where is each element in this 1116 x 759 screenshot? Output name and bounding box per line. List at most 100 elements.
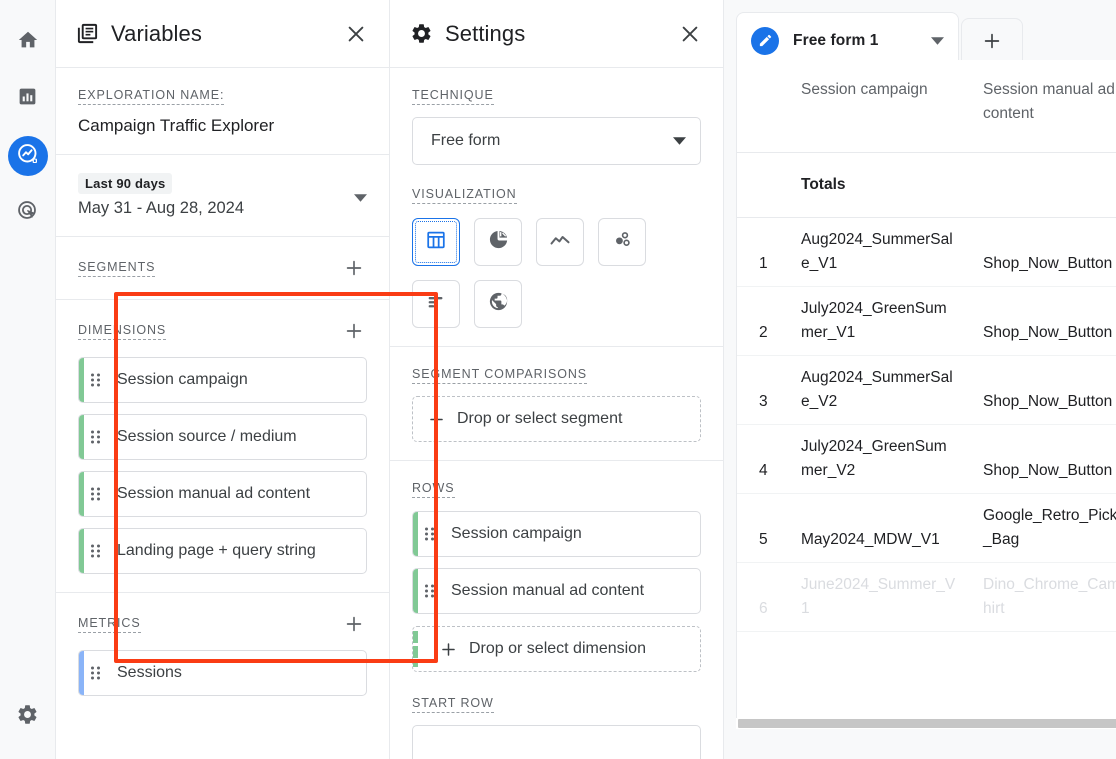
viz-option-donut-chart[interactable] xyxy=(474,218,522,266)
primary-nav-rail xyxy=(0,0,56,759)
dimension-label: Session manual ad content xyxy=(105,483,310,505)
drag-handle-icon[interactable] xyxy=(91,431,100,444)
table-row[interactable]: 2 July2024_GreenSummer_V1 Shop_Now_Butto… xyxy=(737,287,1116,356)
ga4-explore-screen: Variables EXPLORATION NAME: Campaign Tra… xyxy=(0,0,1116,759)
dimensions-label: DIMENSIONS xyxy=(78,323,166,340)
visualization-options xyxy=(412,218,682,328)
table-header-row: Session campaign Session manual ad conte… xyxy=(737,60,1116,153)
drag-handle-icon[interactable] xyxy=(91,374,100,387)
row-index: 1 xyxy=(737,218,789,287)
viz-option-free-form-table[interactable] xyxy=(412,218,460,266)
drop-segment-zone[interactable]: Drop or select segment xyxy=(412,396,701,442)
segments-label: SEGMENTS xyxy=(78,260,155,277)
dimension-label: Landing page + query string xyxy=(105,540,316,562)
technique-label: TECHNIQUE xyxy=(412,88,494,105)
technique-value: Free form xyxy=(431,132,673,150)
drag-handle-icon[interactable] xyxy=(425,585,434,598)
table-row[interactable]: 6 June2024_Summer_V1 Dino_Chrome_Camp_Sh… xyxy=(737,563,1116,632)
add-metric-button[interactable] xyxy=(341,611,367,637)
table-row[interactable]: 3 Aug2024_SummerSale_V2 Shop_Now_Button xyxy=(737,356,1116,425)
metric-chip[interactable]: Sessions xyxy=(78,650,367,696)
start-row-section: START ROW xyxy=(390,690,723,759)
explore-icon xyxy=(16,142,40,171)
scatter-plot-icon xyxy=(611,228,634,256)
viz-option-geo-map[interactable] xyxy=(474,280,522,328)
start-row-input[interactable] xyxy=(412,725,701,759)
table-row[interactable]: 4 July2024_GreenSummer_V2 Shop_Now_Butto… xyxy=(737,425,1116,494)
donut-chart-icon xyxy=(487,228,510,256)
add-dimension-button[interactable] xyxy=(341,318,367,344)
viz-option-line-chart[interactable] xyxy=(536,218,584,266)
viz-option-bar-chart[interactable] xyxy=(412,280,460,328)
table-icon xyxy=(425,229,447,256)
technique-select[interactable]: Free form xyxy=(412,117,701,165)
drag-handle-icon[interactable] xyxy=(91,545,100,558)
report-tabstrip: Free form 1 xyxy=(724,0,1116,68)
start-row-label: START ROW xyxy=(412,696,494,713)
col-header-session-manual-ad-content[interactable]: Session manual ad content xyxy=(971,60,1116,153)
report-canvas: Free form 1 Session campaign Session xyxy=(724,0,1116,759)
drop-dimension-zone[interactable]: Drop or select dimension xyxy=(412,626,701,672)
metrics-list: Sessions xyxy=(78,650,367,696)
table-row[interactable]: 1 Aug2024_SummerSale_V1 Shop_Now_Button xyxy=(737,218,1116,287)
row-index: 2 xyxy=(737,287,789,356)
row-session-manual-ad-content: Dino_Chrome_Camp_Shirt xyxy=(971,563,1116,632)
dimension-chip[interactable]: Session source / medium xyxy=(78,414,367,460)
row-dimension-chip[interactable]: Session campaign xyxy=(412,511,701,557)
scrollbar-thumb[interactable] xyxy=(738,719,1116,728)
advertising-target-icon xyxy=(16,199,39,227)
plus-icon xyxy=(427,410,446,429)
segment-comparisons-section: SEGMENT COMPARISONS Drop or select segme… xyxy=(390,347,723,461)
metrics-section: METRICS Sessions xyxy=(56,593,389,714)
drag-handle-icon[interactable] xyxy=(91,488,100,501)
row-dimension-chip[interactable]: Session manual ad content xyxy=(412,568,701,614)
row-session-campaign: Aug2024_SummerSale_V1 xyxy=(789,218,971,287)
variables-panel: Variables EXPLORATION NAME: Campaign Tra… xyxy=(56,0,390,759)
close-icon[interactable] xyxy=(345,23,367,45)
panel-title: Variables xyxy=(111,21,345,47)
add-segment-button[interactable] xyxy=(341,255,367,281)
row-dimension-label: Session manual ad content xyxy=(439,580,644,602)
nav-item-explore[interactable] xyxy=(8,136,48,176)
metrics-label: METRICS xyxy=(78,616,141,633)
row-index: 6 xyxy=(737,563,789,632)
row-session-campaign: July2024_GreenSummer_V1 xyxy=(789,287,971,356)
date-range-value: May 31 - Aug 28, 2024 xyxy=(78,199,354,218)
line-chart-icon xyxy=(548,228,572,257)
bar-chart-icon xyxy=(17,86,38,112)
nav-item-reports[interactable] xyxy=(8,79,48,119)
dimension-label: Session source / medium xyxy=(105,426,297,448)
plus-icon xyxy=(981,30,1003,57)
table-row[interactable]: 5 May2024_MDW_V1 Google_Retro_Pickleball… xyxy=(737,494,1116,563)
row-index: 4 xyxy=(737,425,789,494)
close-icon[interactable] xyxy=(679,23,701,45)
dimension-chip[interactable]: Landing page + query string xyxy=(78,528,367,574)
totals-index xyxy=(737,153,789,218)
chevron-down-icon xyxy=(673,132,686,150)
drop-dimension-label: Drop or select dimension xyxy=(469,640,646,658)
totals-label: Totals xyxy=(789,153,971,218)
col-header-session-campaign[interactable]: Session campaign xyxy=(789,60,971,153)
drop-segment-label: Drop or select segment xyxy=(457,410,622,428)
dimension-chip[interactable]: Session manual ad content xyxy=(78,471,367,517)
dimension-chip[interactable]: Session campaign xyxy=(78,357,367,403)
date-range-section[interactable]: Last 90 days May 31 - Aug 28, 2024 xyxy=(56,155,389,237)
row-index: 3 xyxy=(737,356,789,425)
rows-label: ROWS xyxy=(412,481,455,498)
exploration-name-value[interactable]: Campaign Traffic Explorer xyxy=(78,116,367,136)
table-horizontal-scrollbar[interactable] xyxy=(736,718,1116,729)
nav-item-admin[interactable] xyxy=(8,697,48,737)
row-dimension-label: Session campaign xyxy=(439,523,582,545)
segment-comparisons-label: SEGMENT COMPARISONS xyxy=(412,367,587,384)
chevron-down-icon[interactable] xyxy=(931,37,944,45)
drag-handle-icon[interactable] xyxy=(425,528,434,541)
chevron-down-icon[interactable] xyxy=(354,189,367,207)
drag-handle-icon[interactable] xyxy=(91,667,100,680)
globe-icon xyxy=(487,290,510,318)
nav-item-home[interactable] xyxy=(8,22,48,62)
row-session-manual-ad-content: Google_Retro_Pickleball_Bag xyxy=(971,494,1116,563)
settings-panel: Settings TECHNIQUE Free form VISUALIZATI… xyxy=(390,0,724,759)
metric-label: Sessions xyxy=(105,662,182,684)
nav-item-advertising[interactable] xyxy=(8,193,48,233)
viz-option-scatter-plot[interactable] xyxy=(598,218,646,266)
